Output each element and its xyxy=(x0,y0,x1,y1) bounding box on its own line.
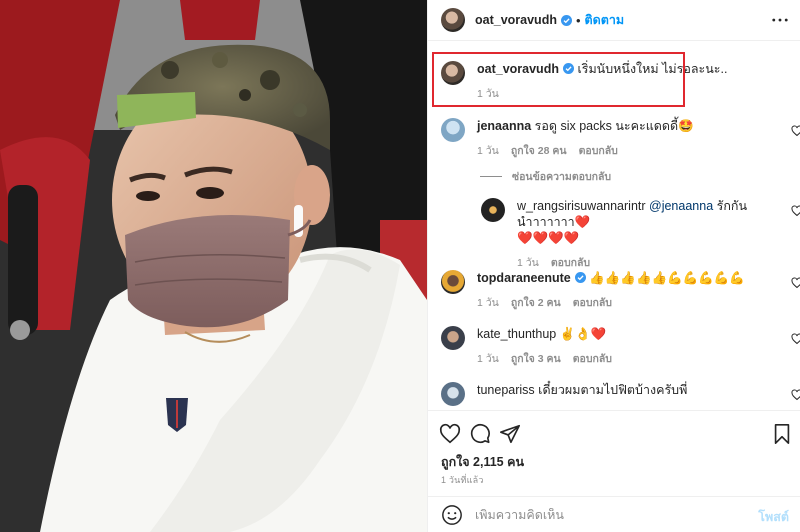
comment-item: tunepariss เดี๋ยวผมตามไปฟิตบ้างครับพี่ xyxy=(441,382,800,406)
comment-text: ✌️👌❤️ xyxy=(559,327,607,341)
comment-username[interactable]: topdaraneenute xyxy=(477,271,571,285)
heart-icon[interactable] xyxy=(791,333,800,345)
instagram-post: oat_voravudh • ติดตาม oat_voravudh เริ่ม… xyxy=(0,0,800,532)
replier-avatar[interactable] xyxy=(481,198,505,222)
likes-count[interactable]: ถูกใจ 2,115 คน xyxy=(441,452,524,472)
comment-time: 1 วัน xyxy=(477,145,499,157)
heart-icon[interactable] xyxy=(791,389,800,401)
comment-username[interactable]: tunepariss xyxy=(477,383,535,397)
reply-time: 1 วัน xyxy=(517,257,539,269)
post-caption: oat_voravudh เริ่มนับหนึ่งใหม่ ไม่รอละนะ… xyxy=(441,61,791,102)
reply-button[interactable]: ตอบกลับ xyxy=(551,255,590,271)
comment-username[interactable]: kate_thunthup xyxy=(477,327,556,341)
bookmark-icon[interactable] xyxy=(771,423,793,445)
heart-icon[interactable] xyxy=(439,423,461,445)
comments-list[interactable]: oat_voravudh เริ่มนับหนึ่งใหม่ ไม่รอละนะ… xyxy=(428,42,800,410)
author-username[interactable]: oat_voravudh xyxy=(475,13,557,27)
send-icon[interactable] xyxy=(499,423,521,445)
post-comment-button[interactable]: โพสต์ xyxy=(758,507,789,527)
comment-composer: โพสต์ xyxy=(428,496,800,532)
separator-dot: • xyxy=(575,12,581,28)
commenter-avatar[interactable] xyxy=(441,326,465,350)
reply-button[interactable]: ตอบกลับ xyxy=(573,295,612,311)
hide-replies-button[interactable]: ซ่อนข้อความตอบกลับ xyxy=(480,168,611,185)
verified-badge-icon xyxy=(560,14,572,26)
post-side-panel: oat_voravudh • ติดตาม oat_voravudh เริ่ม… xyxy=(427,0,800,532)
comment-item: kate_thunthup ✌️👌❤️ 1 วัน ถูกใจ 3 คน ตอบ… xyxy=(441,326,800,367)
heart-icon[interactable] xyxy=(791,277,800,289)
comment-likes-count[interactable]: ถูกใจ 2 คน xyxy=(511,295,561,311)
comment-icon[interactable] xyxy=(469,423,491,445)
post-actions-bar xyxy=(428,410,800,458)
post-photo[interactable] xyxy=(0,0,427,532)
caption-username[interactable]: oat_voravudh xyxy=(477,62,559,76)
comment-item: jenaanna รอดู six packs นะคะแดดดี้🤩 1 วั… xyxy=(441,118,800,159)
comment-likes-count[interactable]: ถูกใจ 28 คน xyxy=(511,143,567,159)
reply-username[interactable]: w_rangsirisuwannarintr xyxy=(517,199,646,213)
reply-item: w_rangsirisuwannarintr @jenaanna รักกันน… xyxy=(481,198,800,271)
post-header: oat_voravudh • ติดตาม xyxy=(428,0,800,41)
commenter-avatar[interactable] xyxy=(441,118,465,142)
commenter-avatar[interactable] xyxy=(441,270,465,294)
author-avatar[interactable] xyxy=(441,8,465,32)
reply-button[interactable]: ตอบกลับ xyxy=(573,351,612,367)
comment-text: รอดู six packs นะคะแดดดี้🤩 xyxy=(534,119,694,133)
comment-text: เดี๋ยวผมตามไปฟิตบ้างครับพี่ xyxy=(538,383,688,397)
hide-replies-label: ซ่อนข้อความตอบกลับ xyxy=(512,171,612,183)
post-timestamp: 1 วันที่แล้ว xyxy=(441,475,484,485)
comment-item: topdaraneenute 👍👍👍👍👍💪💪💪💪💪 1 วัน ถูกใจ 2 … xyxy=(441,270,800,311)
reply-button[interactable]: ตอบกลับ xyxy=(579,143,618,159)
verified-badge-icon xyxy=(574,272,586,283)
comment-username[interactable]: jenaanna xyxy=(477,119,531,133)
commenter-avatar[interactable] xyxy=(441,382,465,406)
selfie-photo-illustration xyxy=(0,0,427,532)
more-options-icon[interactable] xyxy=(771,11,789,29)
comment-likes-count[interactable]: ถูกใจ 3 คน xyxy=(511,351,561,367)
comment-input[interactable] xyxy=(475,507,745,522)
comment-time: 1 วัน xyxy=(477,353,499,365)
caption-time: 1 วัน xyxy=(477,88,499,100)
comment-text: 👍👍👍👍👍💪💪💪💪💪 xyxy=(589,271,745,285)
follow-button[interactable]: ติดตาม xyxy=(585,10,625,30)
emoji-icon[interactable] xyxy=(441,504,463,526)
reply-mention[interactable]: @jenaanna xyxy=(649,199,713,213)
caption-text: เริ่มนับหนึ่งใหม่ ไม่รอละนะ.. xyxy=(577,62,728,76)
reply-text-line-2: ❤️❤️❤️❤️ xyxy=(517,231,580,245)
divider-line xyxy=(480,176,502,177)
comment-time: 1 วัน xyxy=(477,297,499,309)
heart-icon[interactable] xyxy=(791,125,800,137)
verified-badge-icon xyxy=(562,63,574,74)
heart-icon[interactable] xyxy=(791,205,800,217)
caption-author-avatar[interactable] xyxy=(441,61,465,85)
